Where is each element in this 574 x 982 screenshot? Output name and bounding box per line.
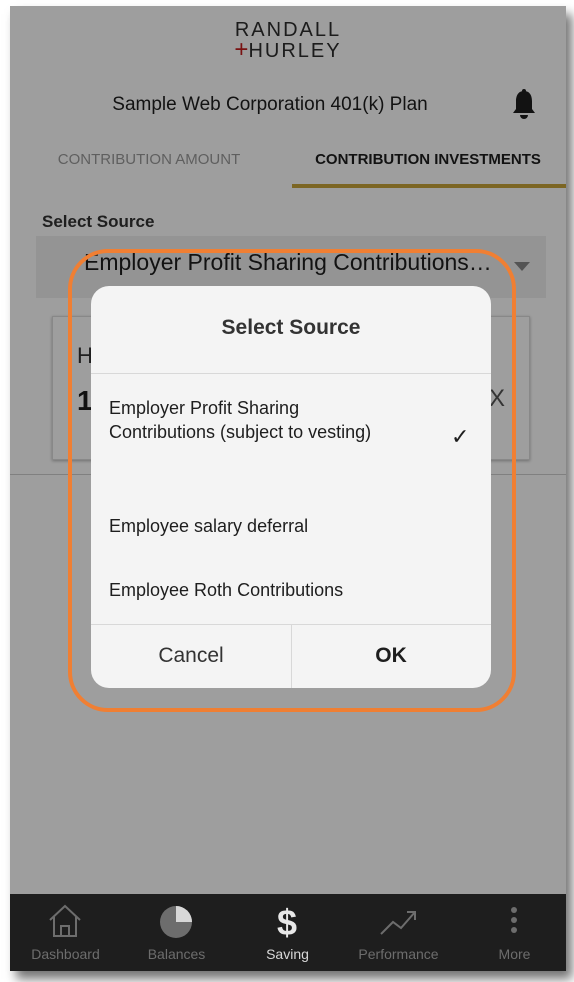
bottom-nav: Dashboard Balances $ Saving Performance <box>10 894 566 971</box>
nav-item-more[interactable]: More <box>454 894 565 971</box>
app-screen: RANDALL +HURLEY Sample Web Corporation 4… <box>10 6 566 971</box>
trend-icon <box>380 911 416 935</box>
nav-label-saving: Saving <box>266 946 309 962</box>
nav-item-balances[interactable]: Balances <box>121 894 232 971</box>
highlight-ring <box>68 249 516 712</box>
nav-label-performance: Performance <box>358 946 439 962</box>
nav-item-saving[interactable]: $ Saving <box>232 894 343 971</box>
nav-label-balances: Balances <box>147 946 206 962</box>
nav-label-more: More <box>498 946 531 962</box>
nav-item-performance[interactable]: Performance <box>343 894 454 971</box>
pie-chart-icon <box>160 906 192 938</box>
home-icon <box>49 904 81 937</box>
nav-label-dashboard: Dashboard <box>31 946 100 962</box>
more-vertical-icon <box>511 907 517 933</box>
svg-text:$: $ <box>277 902 297 940</box>
nav-item-dashboard[interactable]: Dashboard <box>10 894 121 971</box>
dollar-icon: $ <box>277 902 297 940</box>
